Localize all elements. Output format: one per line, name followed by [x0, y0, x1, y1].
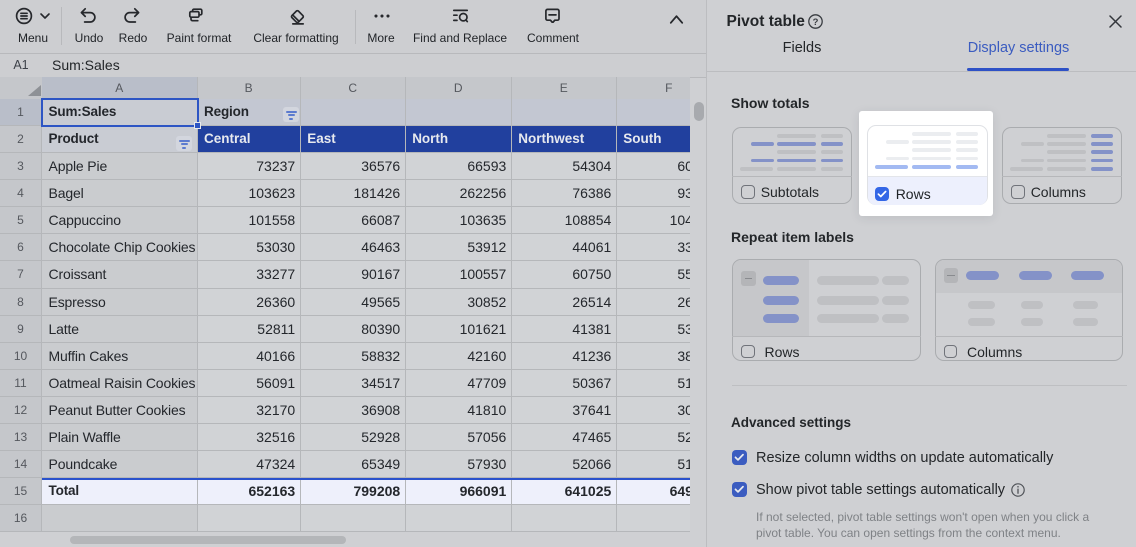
svg-text:?: ?: [813, 17, 819, 28]
